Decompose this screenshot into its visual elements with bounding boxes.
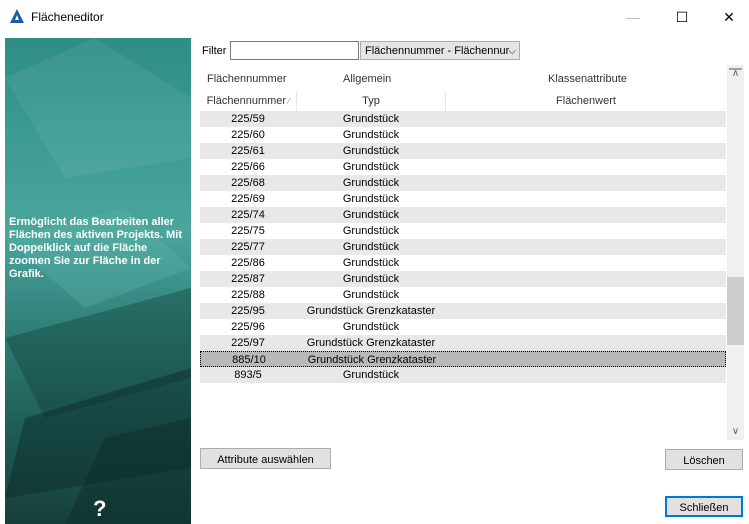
table-row[interactable]: 225/77 Grundstück [200, 239, 726, 255]
cell-typ: Grundstück [342, 273, 400, 285]
column-header-typ[interactable]: Typ [297, 92, 446, 112]
vertical-scrollbar[interactable]: ∧ ∨ [727, 65, 744, 440]
cell-typ: Grundstück [342, 209, 400, 221]
close-window-button[interactable]: ✕ [706, 0, 749, 34]
scroll-up-icon[interactable]: ∧ [727, 65, 744, 82]
cell-flaechennummer: 225/59 [231, 113, 265, 125]
title-bar: Flächeneditor — ☐ ✕ [0, 0, 749, 34]
scrollbar-thumb[interactable] [727, 277, 744, 345]
maximize-button[interactable]: ☐ [659, 0, 705, 34]
close-button[interactable]: Schließen [665, 496, 743, 517]
sort-ascending-icon: ⁄ [288, 97, 290, 106]
table-row[interactable]: 225/96 Grundstück [200, 319, 726, 335]
cell-typ: Grundstück Grenzkataster [307, 354, 437, 366]
table-row[interactable]: 225/60 Grundstück [200, 127, 726, 143]
table-row[interactable]: 225/61 Grundstück [200, 143, 726, 159]
cell-typ: Grundstück [342, 369, 400, 381]
cell-typ: Grundstück [342, 113, 400, 125]
cell-flaechennummer: 225/61 [231, 145, 265, 157]
table-row[interactable]: 225/97 Grundstück Grenzkataster [200, 335, 726, 351]
scroll-down-icon[interactable]: ∨ [727, 423, 744, 440]
cell-typ: Grundstück [342, 177, 400, 189]
cell-typ: Grundstück [342, 225, 400, 237]
cell-typ: Grundstück Grenzkataster [306, 305, 436, 317]
column-header-label: Typ [362, 95, 380, 107]
cell-flaechennummer: 225/87 [231, 273, 265, 285]
table-row[interactable]: 225/95 Grundstück Grenzkataster [200, 303, 726, 319]
filter-label: Filter [202, 45, 227, 57]
group-header-klassenattribute: Klassenattribute [548, 73, 627, 85]
cell-typ: Grundstück [342, 289, 400, 301]
cell-flaechennummer: 225/69 [231, 193, 265, 205]
cell-flaechennummer: 225/77 [231, 241, 265, 253]
filter-column-select[interactable]: Flächennummer - Flächennur ⌵ [360, 41, 520, 60]
table-row[interactable]: 225/74 Grundstück [200, 207, 726, 223]
table-row[interactable]: 225/88 Grundstück [200, 287, 726, 303]
cell-typ: Grundstück Grenzkataster [306, 337, 436, 349]
cell-typ: Grundstück [342, 129, 400, 141]
column-header-flaechennummer[interactable]: Flächennummer ⁄ [200, 92, 297, 112]
select-attributes-button[interactable]: Attribute auswählen [200, 448, 331, 469]
cell-typ: Grundstück [342, 193, 400, 205]
column-header-label: Flächenwert [556, 95, 616, 107]
table-row[interactable]: 225/86 Grundstück [200, 255, 726, 271]
column-header-flaechenwert[interactable]: Flächenwert [446, 92, 726, 112]
table-row[interactable]: 225/66 Grundstück [200, 159, 726, 175]
cell-flaechennummer: 225/66 [231, 161, 265, 173]
cell-flaechennummer: 225/60 [231, 129, 265, 141]
cell-typ: Grundstück [342, 257, 400, 269]
minimize-button[interactable]: — [610, 0, 656, 34]
chevron-down-icon: ⌵ [508, 46, 516, 57]
cell-flaechennummer: 225/86 [231, 257, 265, 269]
cell-typ: Grundstück [342, 161, 400, 173]
cell-flaechennummer: 885/10 [232, 354, 266, 366]
panel-background-graphic [5, 38, 191, 524]
minimize-icon: — [626, 9, 640, 25]
cell-flaechennummer: 225/96 [231, 321, 265, 333]
filter-input[interactable] [230, 41, 359, 60]
delete-button[interactable]: Löschen [665, 449, 743, 470]
cell-flaechennummer: 225/68 [231, 177, 265, 189]
cell-flaechennummer: 225/88 [231, 289, 265, 301]
close-icon: ✕ [723, 9, 735, 25]
cell-flaechennummer: 225/75 [231, 225, 265, 237]
cell-typ: Grundstück [342, 241, 400, 253]
table-row[interactable]: 225/87 Grundstück [200, 271, 726, 287]
cell-flaechennummer: 893/5 [234, 369, 262, 381]
maximize-icon: ☐ [675, 9, 689, 25]
group-header-flaechennummer: Flächennummer [207, 73, 287, 85]
app-logo-icon [10, 9, 24, 23]
cell-typ: Grundstück [342, 145, 400, 157]
cell-flaechennummer: 225/74 [231, 209, 265, 221]
cell-flaechennummer: 225/97 [231, 337, 265, 349]
areas-table-body: 225/59 Grundstück 225/60 Grundstück 225/61 Gr… [200, 111, 726, 383]
filter-select-value: Flächennummer - Flächennur [365, 45, 510, 57]
cell-flaechennummer: 225/95 [231, 305, 265, 317]
cell-typ: Grundstück [342, 321, 400, 333]
group-header-allgemein: Allgemein [343, 73, 392, 85]
table-row[interactable]: 225/75 Grundstück [200, 223, 726, 239]
info-panel: Ermöglicht das Bearbeiten aller Flächen … [5, 38, 191, 524]
table-row[interactable]: 225/69 Grundstück [200, 191, 726, 207]
help-icon[interactable]: ? [93, 496, 106, 522]
column-header-label: Flächennummer [206, 95, 287, 107]
description-text: Ermöglicht das Bearbeiten aller Flächen … [9, 216, 183, 280]
window-title: Flächeneditor [31, 10, 104, 24]
table-row[interactable]: 885/10 Grundstück Grenzkataster [200, 351, 726, 367]
table-row[interactable]: 225/68 Grundstück [200, 175, 726, 191]
table-row[interactable]: 893/5 Grundstück [200, 367, 726, 383]
table-row[interactable]: 225/59 Grundstück [200, 111, 726, 127]
